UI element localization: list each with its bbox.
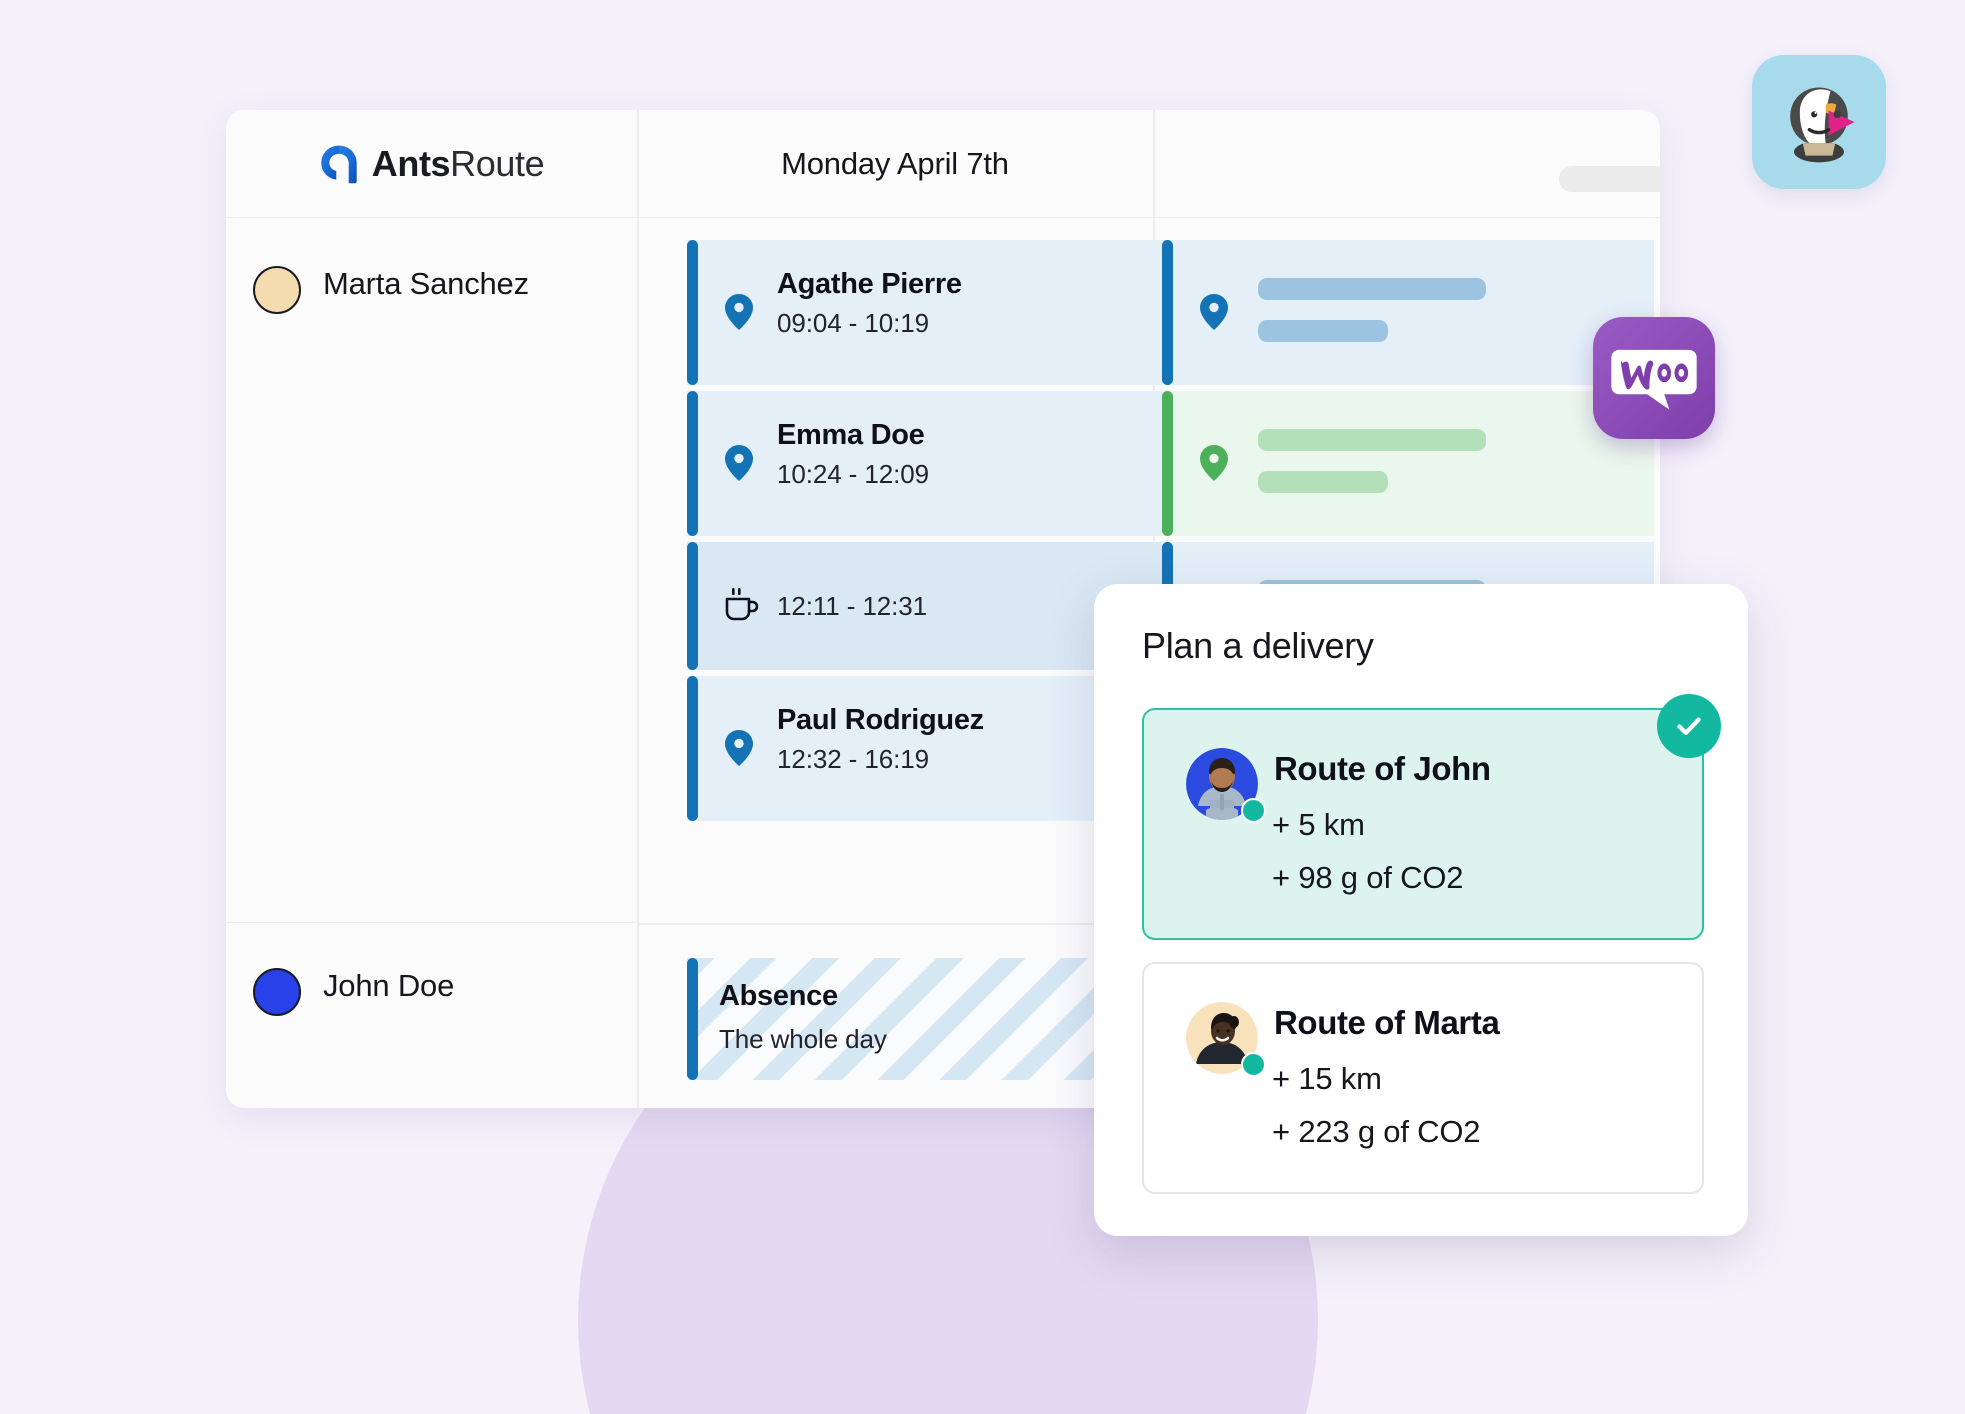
driver-color-dot-john — [253, 968, 301, 1016]
schedule-row-divider-mid — [638, 923, 1153, 925]
appointment-accent-bar — [687, 676, 698, 821]
appointment-card-agathe-pierre[interactable]: Agathe Pierre 09:04 - 10:19 — [687, 240, 1215, 385]
driver-color-dot-marta — [253, 266, 301, 314]
appointment-time: 09:04 - 10:19 — [777, 308, 929, 338]
skeleton-line — [1258, 429, 1486, 451]
route-option-marta[interactable]: Route of Marta + 15 km + 223 g of CO2 — [1142, 962, 1704, 1194]
prestashop-logo-icon — [1790, 87, 1855, 163]
antsroute-logo-icon — [321, 145, 357, 184]
appointment-time: 12:32 - 16:19 — [777, 744, 929, 774]
coffee-cup-icon — [725, 588, 759, 621]
check-circle-icon — [1677, 717, 1701, 736]
appointment-name: Emma Doe — [777, 419, 925, 451]
appointment-accent-bar — [687, 240, 698, 385]
schedule-column-marta: Agathe Pierre 09:04 - 10:19 Emma Doe 10:… — [638, 218, 1215, 1108]
route-option-john[interactable]: Route of John + 5 km + 98 g of CO2 — [1142, 708, 1704, 940]
break-accent-bar — [687, 542, 698, 670]
appointment-accent-bar — [687, 391, 698, 536]
status-dot-online — [1241, 798, 1266, 823]
placeholder-card-1[interactable] — [1162, 240, 1654, 385]
plan-delivery-modal: Plan a delivery Route of John + 5 km + 9… — [1094, 584, 1748, 1236]
map-pin-icon — [725, 445, 753, 481]
logo-wordmark: AntsRoute — [371, 143, 545, 185]
route-distance: + 5 km — [1272, 807, 1365, 842]
map-pin-icon — [1200, 294, 1228, 330]
schedule-date-label: Monday April 7th — [781, 146, 1009, 181]
route-co2: + 223 g of CO2 — [1272, 1114, 1481, 1149]
logo-regular: Route — [450, 143, 545, 184]
driver-name-marta: Marta Sanchez — [323, 266, 529, 301]
appointment-time: 10:24 - 12:09 — [777, 459, 929, 489]
integration-badge-woocommerce[interactable] — [1593, 317, 1715, 439]
driver-name-john: John Doe — [323, 968, 455, 1003]
integration-badge-prestashop[interactable] — [1752, 55, 1886, 189]
woocommerce-logo-icon — [1611, 349, 1697, 410]
screenshot-root: AntsRoute Monday April 7th Marta Sanchez… — [0, 0, 1965, 1414]
sidebar-driver-marta[interactable]: Marta Sanchez — [226, 218, 637, 923]
absence-title: Absence — [719, 980, 838, 1012]
placeholder-accent-bar — [1162, 240, 1173, 385]
route-co2: + 98 g of CO2 — [1272, 860, 1464, 895]
appointment-name: Agathe Pierre — [777, 268, 962, 300]
skeleton-line — [1258, 278, 1486, 300]
map-pin-icon — [725, 730, 753, 766]
appointment-card-emma-doe[interactable]: Emma Doe 10:24 - 12:09 — [687, 391, 1215, 536]
route-name: Route of John — [1274, 750, 1491, 787]
break-time: 12:11 - 12:31 — [777, 591, 928, 621]
map-pin-icon — [725, 294, 753, 330]
map-pin-icon — [1200, 445, 1228, 481]
modal-title: Plan a delivery — [1142, 625, 1374, 666]
absence-subtitle: The whole day — [719, 1024, 887, 1054]
sidebar-driver-john[interactable]: John Doe — [226, 924, 637, 1108]
appointment-name: Paul Rodriguez — [777, 704, 984, 736]
logo-bold: Ants — [371, 143, 451, 184]
placeholder-accent-bar — [1162, 391, 1173, 536]
skeleton-line — [1258, 471, 1388, 493]
status-dot-online — [1241, 1052, 1266, 1077]
route-name: Route of Marta — [1274, 1004, 1500, 1041]
placeholder-card-2[interactable] — [1162, 391, 1654, 536]
selected-route-check-badge[interactable] — [1657, 694, 1721, 758]
absence-accent-bar — [687, 958, 698, 1080]
route-distance: + 15 km — [1272, 1061, 1382, 1096]
skeleton-line — [1258, 320, 1388, 342]
header-placeholder-bar — [1559, 166, 1660, 192]
app-logo[interactable]: AntsRoute — [226, 110, 637, 218]
